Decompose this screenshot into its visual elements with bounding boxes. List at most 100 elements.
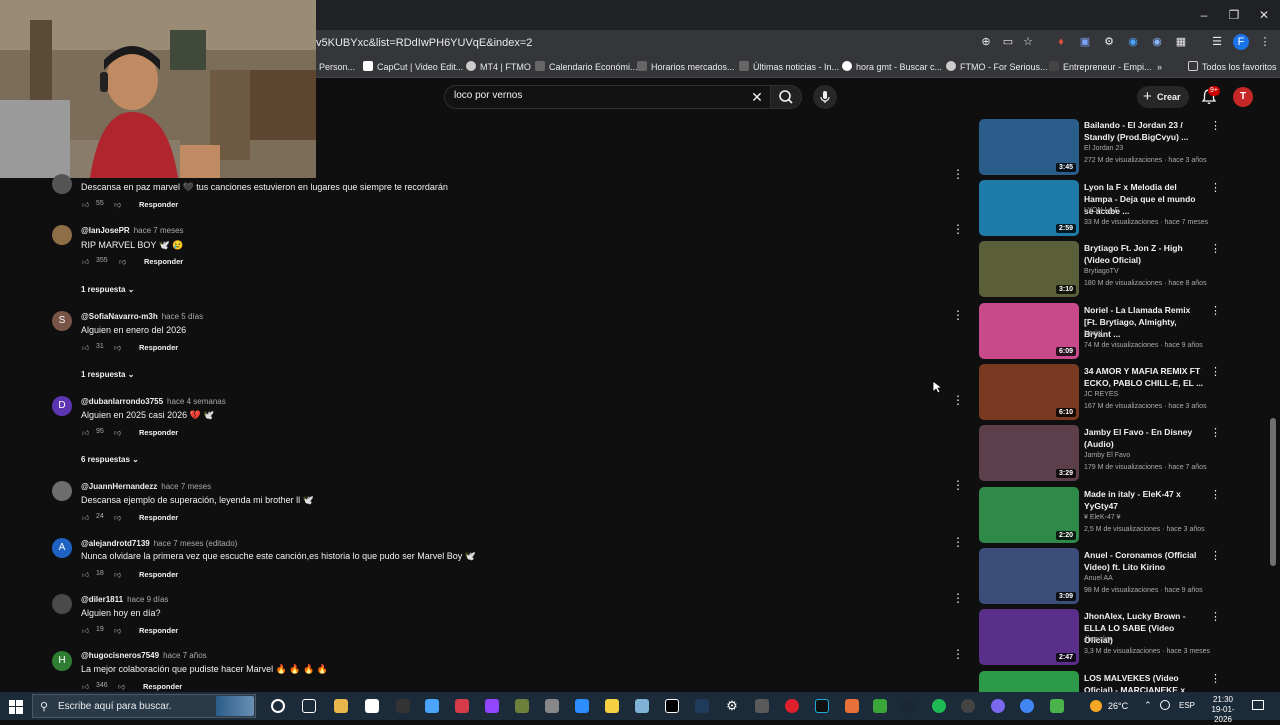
dislike-icon[interactable]: 👎︎	[119, 257, 126, 266]
comment-more-icon[interactable]: ⋮	[952, 308, 964, 322]
windows-start-icon[interactable]	[9, 700, 23, 714]
channel-name[interactable]: Jhonalex	[1084, 636, 1112, 643]
all-bookmarks-folder[interactable]: Todos los favoritos	[1188, 58, 1277, 76]
zoom-app-icon[interactable]	[575, 699, 589, 713]
reply-button[interactable]: Responder	[139, 343, 178, 352]
like-icon[interactable]: 👍︎	[82, 257, 89, 266]
video-more-icon[interactable]: ⋮	[1210, 549, 1221, 562]
dislike-icon[interactable]: 👎︎	[118, 682, 125, 691]
comment-avatar[interactable]: S	[52, 311, 72, 331]
comment-author[interactable]: @diler1811 hace 9 días	[81, 595, 168, 604]
reply-button[interactable]: Responder	[144, 257, 183, 266]
twitch-icon[interactable]	[485, 699, 499, 713]
weather-sun-icon[interactable]	[1090, 700, 1102, 712]
video-title[interactable]: Jamby El Favo - En Disney (Audio)	[1084, 426, 1204, 450]
zoom-icon[interactable]: ⊕	[978, 34, 994, 50]
comment-author[interactable]: @JuannHernandezz hace 7 meses	[81, 482, 211, 491]
app-icon[interactable]	[1050, 699, 1064, 713]
replies-toggle[interactable]: 1 respuesta ⌄	[81, 370, 134, 379]
minimize-icon[interactable]: –	[1192, 6, 1216, 24]
profile-avatar[interactable]: F	[1233, 34, 1249, 50]
channel-name[interactable]: JC REYES	[1084, 391, 1118, 398]
video-more-icon[interactable]: ⋮	[1210, 242, 1221, 255]
video-thumbnail[interactable]: 2:59	[979, 180, 1079, 236]
video-thumbnail[interactable]: 3:09	[979, 548, 1079, 604]
video-more-icon[interactable]: ⋮	[1210, 365, 1221, 378]
app-icon[interactable]	[695, 699, 709, 713]
channel-name[interactable]: Jamby El Favo	[1084, 452, 1130, 459]
capcut-icon[interactable]	[665, 699, 679, 713]
weather-temperature[interactable]: 26°C	[1108, 701, 1128, 711]
video-thumbnail[interactable]: 3:10	[979, 241, 1079, 297]
file-explorer-icon[interactable]	[334, 699, 348, 713]
comment-author[interactable]: @IanJosePR hace 7 meses	[81, 226, 184, 235]
bookmark-item[interactable]: Entrepreneur - Empi...	[1049, 58, 1152, 76]
sticky-notes-icon[interactable]	[605, 699, 619, 713]
page-scrollbar[interactable]	[1270, 418, 1276, 566]
dislike-icon[interactable]: 👎︎	[114, 428, 121, 437]
reply-button[interactable]: Responder	[139, 200, 178, 209]
reply-button[interactable]: Responder	[139, 513, 178, 522]
video-more-icon[interactable]: ⋮	[1210, 119, 1221, 132]
reply-button[interactable]: Responder	[139, 570, 178, 579]
comment-author[interactable]: @SofiaNavarro-m3h hace 5 días	[81, 312, 203, 321]
video-thumbnail[interactable]: 2:20	[979, 487, 1079, 543]
account-avatar[interactable]: T	[1233, 87, 1253, 107]
dislike-icon[interactable]: 👎︎	[114, 343, 121, 352]
comment-more-icon[interactable]: ⋮	[952, 393, 964, 407]
comment-avatar[interactable]	[52, 594, 72, 614]
tray-chevron-up-icon[interactable]: ⌃	[1144, 700, 1152, 711]
app-icon[interactable]	[845, 699, 859, 713]
bookmark-item[interactable]: Últimas noticias - In...	[739, 58, 839, 76]
like-icon[interactable]: 👍︎	[82, 682, 89, 691]
chrome-icon[interactable]	[1020, 699, 1034, 713]
clear-search-icon[interactable]: ✕	[749, 88, 765, 106]
comment-more-icon[interactable]: ⋮	[952, 647, 964, 661]
app-icon[interactable]	[455, 699, 469, 713]
comment-avatar[interactable]: A	[52, 538, 72, 558]
system-clock[interactable]: 21:30 19-01-2026	[1204, 695, 1242, 725]
notepad-icon[interactable]	[365, 699, 379, 713]
tiktok-icon[interactable]	[815, 699, 829, 713]
comment-more-icon[interactable]: ⋮	[952, 591, 964, 605]
app-icon[interactable]	[545, 699, 559, 713]
app-icon[interactable]	[991, 699, 1005, 713]
steam-icon[interactable]	[902, 699, 916, 713]
spotify-icon[interactable]	[932, 699, 946, 713]
network-icon[interactable]	[1160, 700, 1170, 710]
video-title[interactable]: Made in italy - EleK-47 x YyGty47	[1084, 488, 1204, 512]
settings-gear-icon[interactable]: ⚙	[725, 699, 739, 713]
comment-avatar[interactable]: H	[52, 651, 72, 671]
app-icon[interactable]	[961, 699, 975, 713]
app-icon[interactable]	[396, 699, 410, 713]
comment-more-icon[interactable]: ⋮	[952, 167, 964, 181]
comment-author[interactable]: @dubanlarrondo3755 hace 4 semanas	[81, 397, 226, 406]
bookmark-item[interactable]: CapCut | Video Edit...	[363, 58, 463, 76]
like-icon[interactable]: 👍︎	[82, 513, 89, 522]
reply-button[interactable]: Responder	[139, 626, 178, 635]
comment-more-icon[interactable]: ⋮	[952, 478, 964, 492]
video-more-icon[interactable]: ⋮	[1210, 672, 1221, 685]
comment-avatar[interactable]	[52, 225, 72, 245]
app-icon[interactable]	[755, 699, 769, 713]
like-icon[interactable]: 👍︎	[82, 200, 89, 209]
video-thumbnail[interactable]: 3:45	[979, 119, 1079, 175]
media-icon[interactable]: ☰	[1209, 34, 1225, 50]
app-icon[interactable]	[515, 699, 529, 713]
video-more-icon[interactable]: ⋮	[1210, 304, 1221, 317]
bookmark-item[interactable]: Person...	[319, 58, 355, 76]
channel-name[interactable]: Noriel	[1084, 330, 1102, 337]
bookmark-item[interactable]: Horarios mercados...	[637, 58, 735, 76]
extension-icon[interactable]: ♦	[1053, 34, 1069, 50]
video-more-icon[interactable]: ⋮	[1210, 610, 1221, 623]
channel-name[interactable]: LYON LA F	[1084, 207, 1119, 214]
video-title[interactable]: 34 AMOR Y MAFIA REMIX FT ECKO, PABLO CHI…	[1084, 365, 1204, 389]
dislike-icon[interactable]: 👎︎	[114, 570, 121, 579]
channel-name[interactable]: Anuel AA	[1084, 575, 1113, 582]
comment-more-icon[interactable]: ⋮	[952, 222, 964, 236]
comment-avatar[interactable]: D	[52, 396, 72, 416]
comment-avatar[interactable]	[52, 174, 72, 194]
notification-center-icon[interactable]	[1252, 700, 1264, 710]
channel-name[interactable]: El Jordan 23	[1084, 145, 1123, 152]
video-title[interactable]: Anuel - Coronamos (Official Video) ft. L…	[1084, 549, 1204, 573]
